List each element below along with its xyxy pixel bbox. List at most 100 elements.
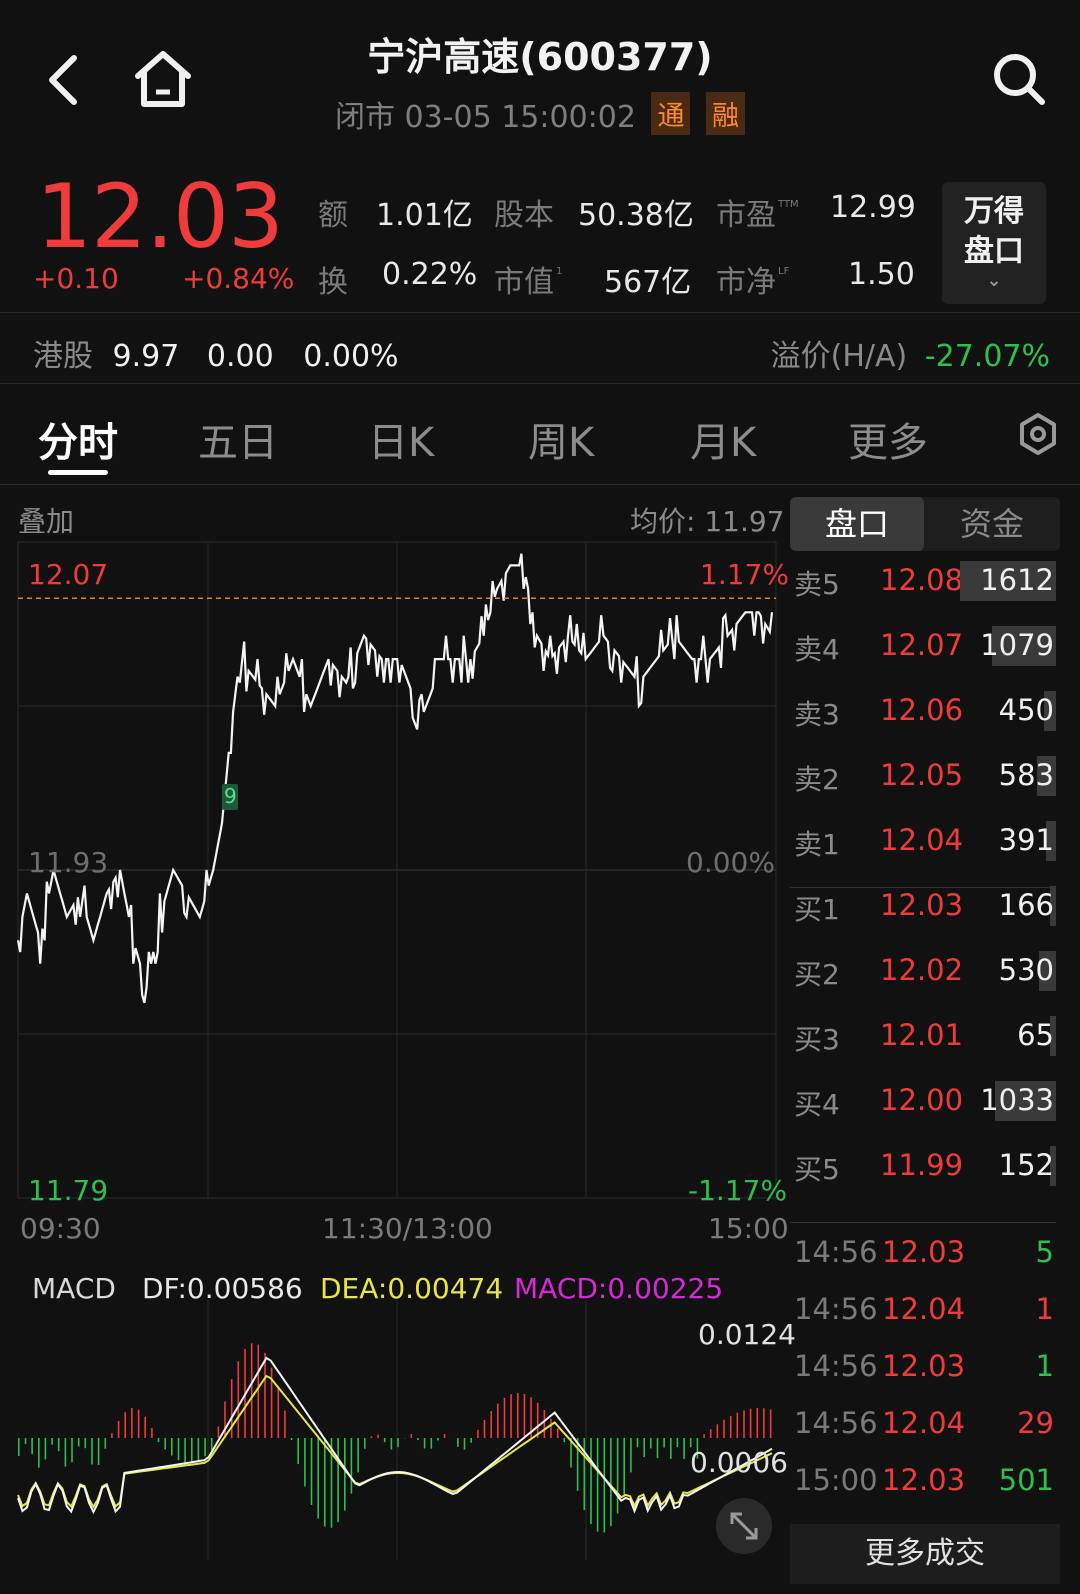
level-price: 12.05 [880, 758, 964, 792]
trade-time: 14:56 [794, 1349, 878, 1383]
ask-row[interactable]: 卖5 12.08 1612 [790, 553, 1060, 613]
trade-volume: 5 [1035, 1235, 1054, 1269]
order-book-divider [790, 887, 1056, 888]
overlay-button[interactable]: 叠加 [18, 500, 74, 540]
tab-intraday[interactable]: 分时 [38, 410, 118, 468]
macd-bar [224, 1401, 226, 1438]
macd-bar [709, 1429, 712, 1438]
tab-five-day[interactable]: 五日 [198, 410, 278, 468]
level-volume: 166 [998, 888, 1054, 922]
level-price: 12.01 [880, 1018, 964, 1052]
level-label: 买1 [794, 893, 840, 926]
event-marker-label[interactable]: 9 [224, 784, 237, 808]
tab-daily-k[interactable]: 日K [368, 410, 434, 468]
more-trades-button[interactable]: 更多成交 [790, 1524, 1060, 1584]
market-status: 闭市 03-05 15:00:02 通 融 [0, 92, 1080, 136]
market-status-text: 闭市 03-05 15:00:02 [334, 100, 636, 135]
bid-row[interactable]: 买3 12.01 65 [790, 1008, 1060, 1068]
intraday-chart[interactable] [0, 540, 790, 1594]
trade-time: 14:56 [794, 1406, 878, 1440]
macd-bar [417, 1438, 419, 1440]
amount-value: 1.01亿 [376, 198, 473, 233]
tab-more[interactable]: 更多 [848, 410, 928, 468]
level-price: 12.08 [880, 563, 964, 597]
trade-volume: 29 [1017, 1406, 1054, 1440]
time-mid: 11:30/13:00 [322, 1212, 493, 1245]
macd-bar [177, 1438, 180, 1461]
macd-bar [91, 1438, 93, 1465]
bid-row[interactable]: 买4 12.00 1033 [790, 1073, 1060, 1133]
bid-row[interactable]: 买5 11.99 152 [790, 1138, 1060, 1198]
share-value: 50.38亿 [578, 198, 694, 233]
macd-bar [596, 1438, 599, 1532]
axis-min: 11.79 [28, 1174, 109, 1207]
ask-row[interactable]: 卖4 12.07 1079 [790, 618, 1060, 678]
macd-df: DF:0.00586 [142, 1272, 303, 1305]
ask-row[interactable]: 卖3 12.06 450 [790, 683, 1060, 743]
level-volume: 450 [998, 693, 1054, 727]
pe-label-text: 市盈 [716, 198, 776, 233]
wind-line1: 万得 [964, 194, 1024, 229]
mktcap-label-text: 市值 [494, 265, 554, 300]
mktcap-label: 市值 1 [494, 257, 562, 301]
share-label: 股本 [494, 198, 554, 233]
macd-bar [470, 1438, 472, 1443]
search-icon[interactable] [990, 50, 1046, 106]
macd-axis-zero: 0.0006 [690, 1446, 788, 1479]
tab-fund[interactable]: 资金 [924, 497, 1060, 551]
gear-icon[interactable] [1016, 412, 1060, 456]
tab-pankou[interactable]: 盘口 [790, 497, 924, 551]
macd-bar [610, 1438, 612, 1527]
macd-bar [490, 1411, 492, 1438]
amount-label: 额 [318, 198, 348, 233]
macd-bar [430, 1438, 433, 1449]
macd-title[interactable]: MACD [32, 1272, 116, 1305]
trade-row: 14:56 12.03 1 [790, 1341, 1060, 1397]
bid-row[interactable]: 买2 12.02 530 [790, 943, 1060, 1003]
hk-quote[interactable]: 港股 9.97 0.00 0.00% [33, 331, 399, 375]
trade-row: 14:56 12.04 1 [790, 1284, 1060, 1340]
macd-bar [716, 1424, 719, 1438]
dea-line [17, 1374, 773, 1509]
level-price: 12.02 [880, 953, 964, 987]
macd-bar [217, 1426, 220, 1438]
premium-label: 溢价(H/A) [770, 339, 908, 374]
level-price: 12.07 [880, 628, 964, 662]
macd-bar [543, 1410, 546, 1438]
macd-bar [437, 1438, 439, 1441]
macd-bar [357, 1438, 359, 1473]
tab-weekly-k[interactable]: 周K [528, 410, 594, 468]
macd-value: MACD:0.00225 [514, 1272, 724, 1305]
level-volume: 1612 [980, 563, 1054, 597]
turnover-value: 0.22% [382, 257, 478, 292]
macd-bar [324, 1438, 326, 1527]
stock-title: 宁沪高速(600377) [367, 35, 713, 79]
macd-bar [184, 1438, 186, 1463]
macd-bar [350, 1438, 353, 1494]
macd-bar [310, 1438, 313, 1505]
macd-bar [397, 1438, 399, 1448]
ask-row[interactable]: 卖1 12.04 391 [790, 813, 1060, 873]
macd-bar [656, 1438, 659, 1459]
level-price: 12.03 [880, 888, 964, 922]
level-volume: 65 [1017, 1018, 1054, 1052]
macd-bar [423, 1438, 426, 1449]
macd-bar [663, 1438, 665, 1448]
wind-pankou-button[interactable]: 万得 盘口 ⌄ [942, 182, 1046, 304]
macd-bar [377, 1434, 379, 1438]
macd-bar [191, 1438, 193, 1463]
macd-bar [743, 1410, 745, 1438]
expand-icon[interactable] [716, 1498, 772, 1554]
pb-sup: LF [778, 266, 790, 277]
macd-bar [111, 1433, 113, 1438]
level-label: 买4 [794, 1088, 840, 1121]
macd-bar [31, 1438, 33, 1455]
macd-bar [51, 1438, 53, 1445]
tab-monthly-k[interactable]: 月K [690, 410, 756, 468]
macd-bar [483, 1420, 486, 1438]
ask-row[interactable]: 卖2 12.05 583 [790, 748, 1060, 808]
macd-bar [151, 1427, 153, 1438]
level-volume: 583 [998, 758, 1054, 792]
macd-bar [457, 1438, 459, 1447]
macd-bar [18, 1438, 20, 1456]
